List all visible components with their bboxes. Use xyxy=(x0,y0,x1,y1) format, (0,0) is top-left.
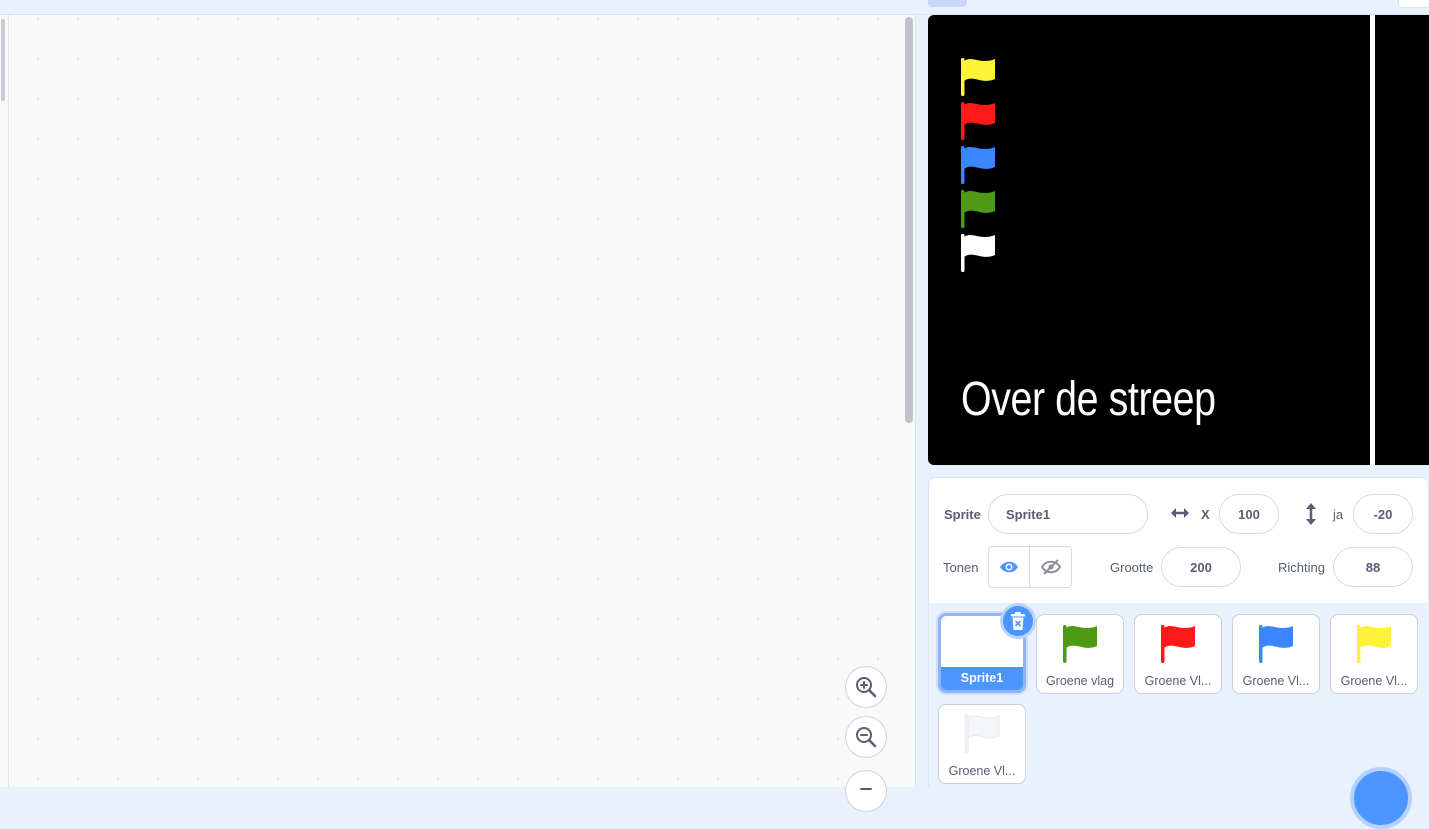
sprite-name-label: Sprite xyxy=(944,507,981,522)
sprite-tile-red-flag[interactable]: Groene Vl... xyxy=(1134,614,1222,694)
top-menu-strip xyxy=(0,0,1429,15)
sprite-info-pane: Sprite Sprite1 X 100 ja -20 Tonen Groott… xyxy=(928,477,1429,603)
y-position-field[interactable]: -20 xyxy=(1353,494,1413,534)
visibility-toggle-group xyxy=(988,546,1073,588)
sprite-tile-green-flag[interactable]: Groene vlag xyxy=(1036,614,1124,694)
show-label: Tonen xyxy=(943,560,979,575)
sprite-tile-label: Groene Vl... xyxy=(1144,674,1212,688)
hide-sprite-button[interactable] xyxy=(1030,546,1072,588)
sprite-tile-yellow-flag[interactable]: Groene Vl... xyxy=(1330,614,1418,694)
red-flag-icon xyxy=(1161,625,1195,663)
zoom-out-button[interactable] xyxy=(845,716,887,758)
sprite-tile-label: Groene Vl... xyxy=(948,764,1016,778)
sprite-name-field[interactable]: Sprite1 xyxy=(988,494,1148,534)
stage[interactable]: Over de streep xyxy=(928,15,1429,465)
blue-flag-icon xyxy=(961,146,995,184)
direction-label: Richting xyxy=(1278,560,1325,575)
code-workspace[interactable] xyxy=(0,15,916,812)
equals-icon xyxy=(860,788,872,790)
x-position-field[interactable]: 100 xyxy=(1219,494,1279,534)
zoom-in-button[interactable] xyxy=(845,666,887,708)
green-flag-icon xyxy=(1063,625,1097,663)
x-label: X xyxy=(1201,507,1210,522)
direction-field[interactable]: 88 xyxy=(1333,547,1413,587)
sprite-tile-white-flag[interactable]: Groene Vl... xyxy=(938,704,1026,784)
sprite-tile-label: Sprite1 xyxy=(941,667,1023,690)
white-flag-icon xyxy=(964,714,1000,754)
sprite-tile-label: Groene Vl... xyxy=(1340,674,1408,688)
yellow-flag-icon xyxy=(961,58,995,96)
green-flag-icon xyxy=(961,190,995,228)
stage-title-text: Over de streep xyxy=(961,373,1216,426)
zoom-reset-button[interactable] xyxy=(845,770,887,812)
trash-icon xyxy=(1011,612,1025,630)
zoom-in-icon xyxy=(856,677,877,698)
add-sprite-button[interactable] xyxy=(1350,767,1412,829)
eye-slash-icon xyxy=(1040,559,1061,575)
y-label: ja xyxy=(1333,507,1344,522)
blue-flag-icon xyxy=(1259,625,1293,663)
yellow-flag-icon xyxy=(1357,625,1391,663)
stage-size-button-stub[interactable] xyxy=(1398,0,1429,8)
palette-scrollbar[interactable] xyxy=(1,19,5,101)
tab-stub[interactable] xyxy=(928,0,967,7)
zoom-out-icon xyxy=(856,727,877,748)
block-palette-edge xyxy=(0,15,9,787)
size-label: Grootte xyxy=(1110,560,1154,575)
size-field[interactable]: 200 xyxy=(1161,547,1241,587)
show-sprite-button[interactable] xyxy=(988,546,1030,588)
eye-icon xyxy=(1000,561,1018,573)
red-flag-icon xyxy=(961,102,995,140)
sprite-tile-blue-flag[interactable]: Groene Vl... xyxy=(1232,614,1320,694)
workspace-vertical-scrollbar[interactable] xyxy=(905,17,913,423)
sprite-tile-label: Groene vlag xyxy=(1045,674,1115,688)
sprite-tile-label: Groene Vl... xyxy=(1242,674,1310,688)
white-flag-icon xyxy=(961,234,995,272)
delete-sprite-button[interactable] xyxy=(1000,603,1036,639)
finish-line xyxy=(1370,15,1375,465)
vertical-arrows-icon xyxy=(1306,503,1316,525)
horizontal-arrows-icon xyxy=(1171,508,1189,518)
